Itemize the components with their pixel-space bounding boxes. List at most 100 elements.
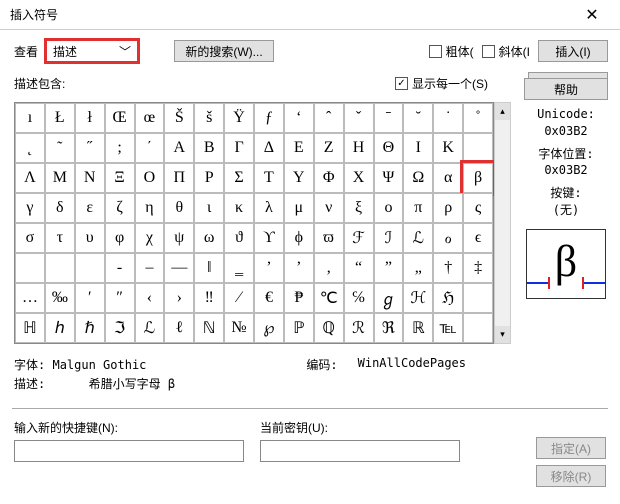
- symbol-cell[interactable]: ı: [15, 103, 45, 133]
- symbol-cell[interactable]: ℋ: [403, 283, 433, 313]
- symbol-cell[interactable]: ℐ: [374, 223, 404, 253]
- symbol-cell[interactable]: Κ: [433, 133, 463, 163]
- bold-checkbox[interactable]: 粗体(: [429, 43, 474, 60]
- symbol-cell[interactable]: ε: [75, 193, 105, 223]
- symbol-cell[interactable]: [45, 253, 75, 283]
- symbol-cell[interactable]: ‡: [463, 253, 493, 283]
- symbol-cell[interactable]: Ζ: [314, 133, 344, 163]
- symbol-cell[interactable]: ℊ: [374, 283, 404, 313]
- symbol-cell[interactable]: ‖: [194, 253, 224, 283]
- symbol-cell[interactable]: ˘: [403, 103, 433, 133]
- symbol-cell[interactable]: ›: [164, 283, 194, 313]
- symbol-cell[interactable]: ℡: [433, 313, 463, 343]
- symbol-cell[interactable]: ℜ: [374, 313, 404, 343]
- symbol-cell[interactable]: [463, 283, 493, 313]
- symbol-cell[interactable]: Π: [164, 163, 194, 193]
- symbol-cell[interactable]: ℒ: [135, 313, 165, 343]
- symbol-cell[interactable]: Β: [194, 133, 224, 163]
- symbol-cell[interactable]: Σ: [224, 163, 254, 193]
- symbol-cell[interactable]: α: [433, 163, 463, 193]
- symbol-cell[interactable]: ℚ: [314, 313, 344, 343]
- symbol-cell[interactable]: ˝: [75, 133, 105, 163]
- symbol-cell[interactable]: Α: [164, 133, 194, 163]
- symbol-cell[interactable]: ℘: [254, 313, 284, 343]
- symbol-cell[interactable]: Θ: [374, 133, 404, 163]
- symbol-cell[interactable]: ‚: [314, 253, 344, 283]
- symbol-cell[interactable]: ˜: [45, 133, 75, 163]
- symbol-cell[interactable]: Η: [344, 133, 374, 163]
- symbol-cell[interactable]: ϕ: [284, 223, 314, 253]
- symbol-cell[interactable]: ς: [463, 193, 493, 223]
- symbol-cell[interactable]: Χ: [344, 163, 374, 193]
- symbol-cell[interactable]: ƒ: [254, 103, 284, 133]
- symbol-cell[interactable]: ΄: [135, 133, 165, 163]
- symbol-cell[interactable]: Ł: [45, 103, 75, 133]
- symbol-cell[interactable]: σ: [15, 223, 45, 253]
- symbol-cell[interactable]: ˛: [15, 133, 45, 163]
- symbol-cell[interactable]: χ: [135, 223, 165, 253]
- symbol-cell[interactable]: Ι: [403, 133, 433, 163]
- symbol-cell[interactable]: [15, 253, 45, 283]
- symbol-cell[interactable]: Ÿ: [224, 103, 254, 133]
- symbol-cell[interactable]: ˙: [433, 103, 463, 133]
- scroll-up-icon[interactable]: ▴: [495, 103, 510, 120]
- symbol-cell[interactable]: †: [433, 253, 463, 283]
- symbol-cell[interactable]: ˉ: [374, 103, 404, 133]
- symbol-cell[interactable]: —: [164, 253, 194, 283]
- symbol-cell[interactable]: ℴ: [433, 223, 463, 253]
- symbol-cell[interactable]: Š: [164, 103, 194, 133]
- new-search-button[interactable]: 新的搜索(W)...: [174, 40, 274, 62]
- symbol-cell[interactable]: ϒ: [254, 223, 284, 253]
- symbol-cell[interactable]: ℎ: [45, 313, 75, 343]
- symbol-cell[interactable]: ℝ: [403, 313, 433, 343]
- scrollbar[interactable]: ▴ ▾: [494, 102, 511, 344]
- symbol-cell[interactable]: Μ: [45, 163, 75, 193]
- symbol-cell[interactable]: Ω: [403, 163, 433, 193]
- remove-button[interactable]: 移除(R): [536, 465, 606, 487]
- symbol-cell[interactable]: ⁄: [224, 283, 254, 313]
- symbol-cell[interactable]: Υ: [284, 163, 314, 193]
- symbol-cell[interactable]: ω: [194, 223, 224, 253]
- scroll-down-icon[interactable]: ▾: [495, 326, 510, 343]
- symbol-cell[interactable]: Ο: [135, 163, 165, 193]
- symbol-cell[interactable]: ϵ: [463, 223, 493, 253]
- symbol-cell[interactable]: ‹: [135, 283, 165, 313]
- assign-button[interactable]: 指定(A): [536, 437, 606, 459]
- symbol-cell[interactable]: [75, 253, 105, 283]
- symbol-cell[interactable]: ρ: [433, 193, 463, 223]
- symbol-cell[interactable]: γ: [15, 193, 45, 223]
- symbol-cell[interactable]: ₱: [284, 283, 314, 313]
- symbol-cell[interactable]: Ν: [75, 163, 105, 193]
- symbol-cell[interactable]: -: [105, 253, 135, 283]
- symbol-cell[interactable]: Ε: [284, 133, 314, 163]
- symbol-cell[interactable]: ’: [254, 253, 284, 283]
- currentkey-input[interactable]: [260, 440, 460, 462]
- symbol-cell[interactable]: …: [15, 283, 45, 313]
- symbol-cell[interactable]: [463, 313, 493, 343]
- symbol-cell[interactable]: Œ: [105, 103, 135, 133]
- symbol-cell[interactable]: ˆ: [314, 103, 344, 133]
- symbol-cell[interactable]: ʻ: [284, 103, 314, 133]
- close-icon[interactable]: ✕: [572, 1, 612, 29]
- symbol-cell[interactable]: ℌ: [433, 283, 463, 313]
- symbol-cell[interactable]: ϖ: [314, 223, 344, 253]
- symbol-cell[interactable]: ;: [105, 133, 135, 163]
- symbol-cell[interactable]: ℛ: [344, 313, 374, 343]
- symbol-cell[interactable]: λ: [254, 193, 284, 223]
- symbol-cell[interactable]: Δ: [254, 133, 284, 163]
- symbol-cell[interactable]: Ψ: [374, 163, 404, 193]
- symbol-cell[interactable]: ”: [374, 253, 404, 283]
- symbol-cell[interactable]: š: [194, 103, 224, 133]
- symbol-cell[interactable]: ξ: [344, 193, 374, 223]
- symbol-cell[interactable]: ο: [374, 193, 404, 223]
- symbol-cell[interactable]: ℕ: [194, 313, 224, 343]
- help-button[interactable]: 帮助: [524, 78, 608, 100]
- symbol-cell[interactable]: ℱ: [344, 223, 374, 253]
- symbol-cell[interactable]: ′: [75, 283, 105, 313]
- symbol-cell[interactable]: Ρ: [194, 163, 224, 193]
- symbol-cell[interactable]: ψ: [164, 223, 194, 253]
- symbol-cell[interactable]: Γ: [224, 133, 254, 163]
- symbol-cell[interactable]: №: [224, 313, 254, 343]
- italic-checkbox[interactable]: 斜体(I: [482, 43, 530, 60]
- symbol-cell[interactable]: ℑ: [105, 313, 135, 343]
